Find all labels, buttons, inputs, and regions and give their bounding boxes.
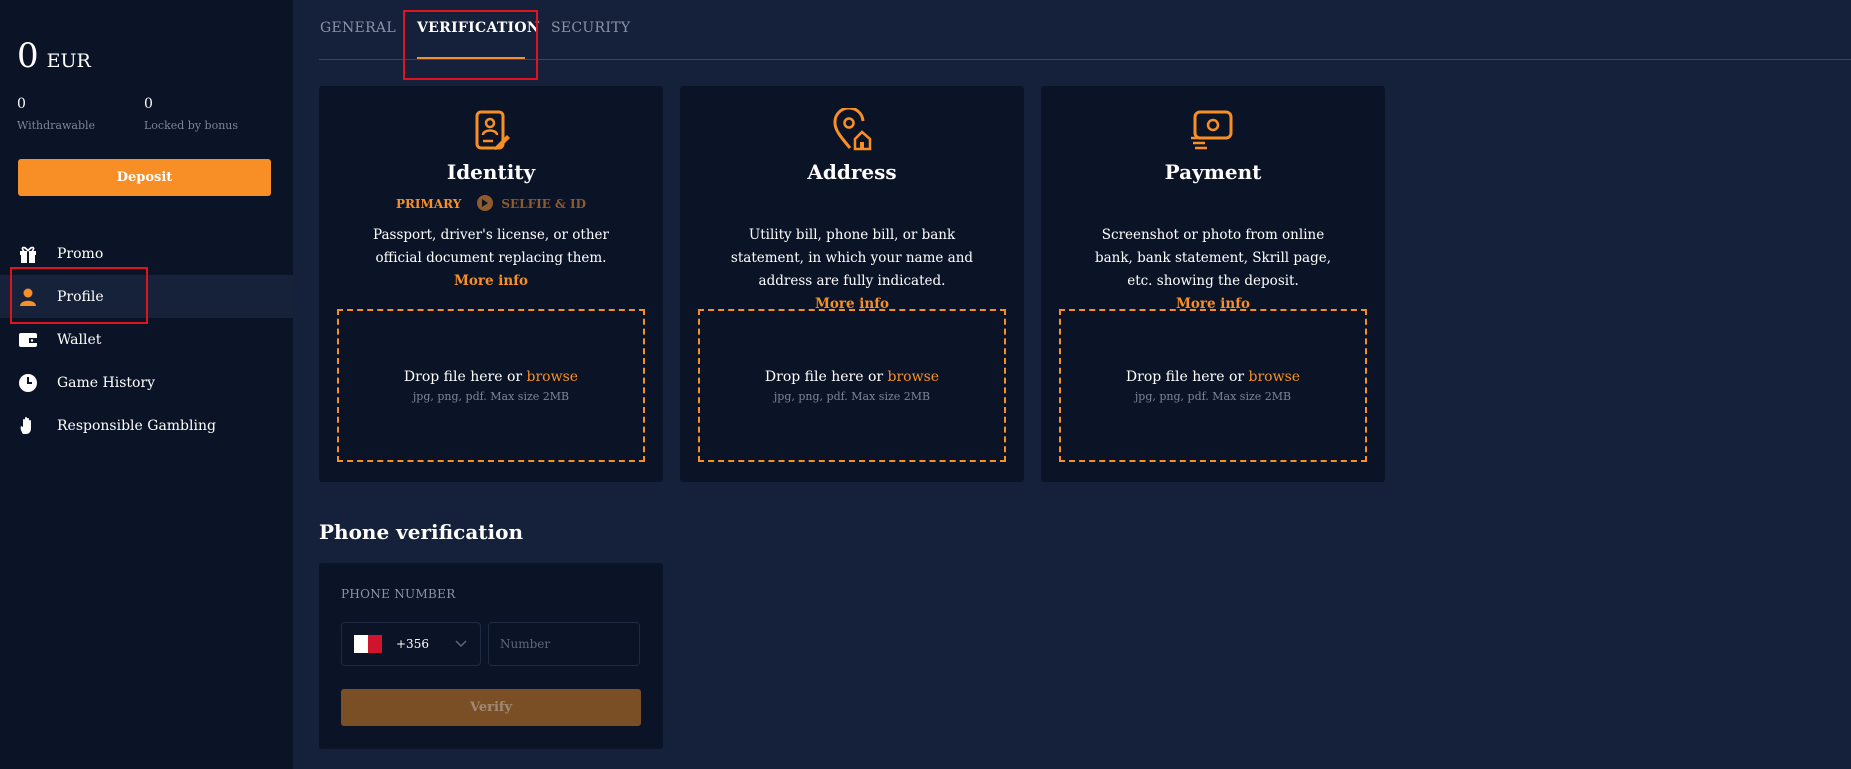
clock-icon	[17, 372, 39, 394]
browse-link[interactable]: browse	[527, 369, 579, 385]
identity-desc-text: Passport, driver's license, or other off…	[373, 227, 609, 266]
id-document-icon	[475, 110, 510, 150]
step-selfie-id: SELFIE & ID	[501, 197, 587, 211]
dropzone-text: Drop file here or browse	[765, 369, 939, 385]
dropzone-hint: jpg, png, pdf. Max size 2MB	[1134, 389, 1292, 403]
phone-verification-card: PHONE NUMBER +356 Verify	[319, 563, 663, 749]
identity-steps: PRIMARY SELFIE & ID	[319, 195, 663, 211]
dropzone-hint: jpg, png, pdf. Max size 2MB	[412, 389, 570, 403]
identity-more-info-link[interactable]: More info	[454, 273, 528, 289]
profile-highlight-box	[10, 267, 148, 324]
tab-general[interactable]: GENERAL	[320, 20, 396, 36]
locked-label: Locked by bonus	[144, 119, 239, 132]
sidebar-item-game-history[interactable]: Game History	[0, 361, 293, 404]
verification-highlight-box	[403, 10, 538, 80]
balance-amount: 0	[17, 36, 39, 76]
gift-icon	[17, 243, 39, 265]
sidebar-item-label: Responsible Gambling	[57, 417, 216, 434]
dropzone-text: Drop file here or browse	[404, 369, 578, 385]
identity-dropzone[interactable]: Drop file here or browse jpg, png, pdf. …	[337, 309, 645, 462]
sidebar-item-wallet[interactable]: Wallet	[0, 318, 293, 361]
country-code-value: +356	[396, 637, 429, 651]
payment-title: Payment	[1164, 160, 1262, 184]
phone-verification-title: Phone verification	[319, 520, 524, 544]
locked-value: 0	[144, 96, 153, 112]
drop-label: Drop file here or	[764, 368, 888, 385]
balance-display: 0 EUR	[17, 36, 91, 76]
arrow-right-icon	[477, 195, 494, 211]
chevron-down-icon	[455, 640, 467, 648]
wallet-icon	[17, 329, 39, 351]
address-desc-text: Utility bill, phone bill, or bank statem…	[730, 227, 974, 289]
payment-desc-text: Screenshot or photo from online bank, ba…	[1094, 227, 1332, 289]
payment-description: Screenshot or photo from online bank, ba…	[1081, 224, 1345, 316]
hand-icon	[17, 415, 39, 437]
locked-balance: 0 Locked by bonus	[144, 96, 238, 132]
phone-number-input[interactable]	[488, 622, 640, 666]
drop-label: Drop file here or	[1125, 368, 1249, 385]
identity-title: Identity	[446, 160, 536, 184]
browse-link[interactable]: browse	[888, 369, 940, 385]
sidebar-item-responsible-gambling[interactable]: Responsible Gambling	[0, 404, 293, 447]
balance-currency: EUR	[46, 50, 91, 72]
address-dropzone[interactable]: Drop file here or browse jpg, png, pdf. …	[698, 309, 1006, 462]
profile-tabs	[319, 0, 1851, 60]
sidebar-item-label: Wallet	[57, 331, 102, 348]
payment-receipt-icon	[1191, 110, 1233, 150]
sidebar-item-label: Promo	[57, 245, 104, 262]
address-description: Utility bill, phone bill, or bank statem…	[720, 224, 984, 316]
address-card: Address Utility bill, phone bill, or ban…	[680, 86, 1024, 482]
identity-card: Identity PRIMARY SELFIE & ID Passport, dr…	[319, 86, 663, 482]
sidebar: 0 EUR 0 Withdrawable 0 Locked by bonus D…	[0, 0, 293, 769]
verify-button[interactable]: Verify	[341, 689, 641, 726]
withdrawable-value: 0	[17, 96, 26, 112]
location-home-icon	[833, 108, 872, 151]
identity-description: Passport, driver's license, or other off…	[359, 224, 623, 293]
payment-dropzone[interactable]: Drop file here or browse jpg, png, pdf. …	[1059, 309, 1367, 462]
drop-label: Drop file here or	[403, 368, 527, 385]
address-title: Address	[807, 160, 897, 184]
sidebar-nav: Promo Profile Wallet Game History Respon…	[0, 232, 293, 447]
tab-security[interactable]: SECURITY	[551, 20, 630, 36]
step-primary: PRIMARY	[395, 197, 462, 211]
withdrawable-label: Withdrawable	[17, 119, 96, 132]
sidebar-item-label: Game History	[57, 374, 156, 391]
malta-flag-icon	[354, 635, 382, 653]
dropzone-text: Drop file here or browse	[1126, 369, 1300, 385]
payment-card: Payment Screenshot or photo from online …	[1041, 86, 1385, 482]
deposit-button[interactable]: Deposit	[18, 159, 271, 196]
withdrawable-balance: 0 Withdrawable	[17, 96, 95, 132]
phone-number-label: PHONE NUMBER	[341, 587, 456, 601]
dropzone-hint: jpg, png, pdf. Max size 2MB	[773, 389, 931, 403]
country-code-select[interactable]: +356	[341, 622, 481, 666]
browse-link[interactable]: browse	[1249, 369, 1301, 385]
